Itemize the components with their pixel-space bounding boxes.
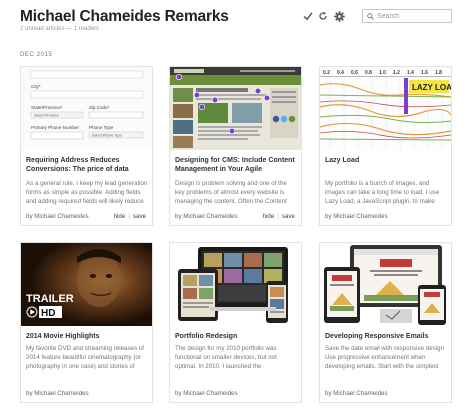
form-label: State/Province* <box>31 105 63 110</box>
axis-tick-label: 0.4 <box>337 70 344 76</box>
search-box[interactable] <box>362 9 452 23</box>
article-author: by Michael Chameides <box>325 390 388 397</box>
page-title: Michael Chameides Remarks <box>20 8 229 25</box>
hd-label: HD <box>41 308 55 319</box>
axis-tick-label: 1.8 <box>435 70 442 76</box>
article-card[interactable]: Portfolio Redesign The design for my 201… <box>169 242 302 403</box>
article-card[interactable]: Developing Responsive Emails Save the da… <box>319 242 452 403</box>
article-author: by Michael Chameides <box>175 390 238 397</box>
axis-tick-label: 0.2 <box>323 70 330 76</box>
article-author: by Michael Chameides <box>175 213 238 220</box>
article-thumbnail <box>170 67 301 150</box>
article-card[interactable]: 0.2 0.4 0.6 0.8 1.0 1.2 1.4 1.6 1.8 LAZY… <box>319 66 452 226</box>
search-input[interactable] <box>377 12 449 20</box>
article-excerpt: As a general rule, I keep my lead genera… <box>26 180 148 205</box>
separator: | <box>128 213 130 220</box>
lazy-load-label: LAZY LOAD <box>412 83 451 92</box>
form-label: Zip Code* <box>89 105 110 110</box>
save-button[interactable]: save <box>282 213 295 220</box>
axis-tick-label: 1.4 <box>407 70 414 76</box>
article-thumbnail <box>170 243 301 326</box>
axis-tick-label: 1.0 <box>379 70 386 76</box>
article-title[interactable]: Requiring Address Reduces Conversions: T… <box>26 156 148 174</box>
article-thumbnail: 0.2 0.4 0.6 0.8 1.0 1.2 1.4 1.6 1.8 LAZY… <box>320 67 451 150</box>
article-card[interactable]: TRAILER HD 2014 Movie Highlights My favo… <box>20 242 153 403</box>
article-excerpt: The design for my 2010 portfolio was fun… <box>175 345 277 370</box>
form-label: Primary Phone Number <box>31 125 79 130</box>
article-card[interactable]: City* State/Province* Zip Code* Select P… <box>20 66 153 226</box>
article-card[interactable]: Designing for CMS: Include Content Manag… <box>169 66 302 226</box>
article-author: by Michael Chameides <box>325 213 388 220</box>
article-thumbnail: City* State/Province* Zip Code* Select P… <box>21 67 152 150</box>
axis-tick-label: 1.6 <box>421 70 428 76</box>
save-button[interactable]: save <box>133 213 146 220</box>
form-label: Phone Type <box>89 125 114 130</box>
section-date: DEC 2015 <box>20 52 53 58</box>
article-thumbnail <box>320 243 451 326</box>
card-actions: hide | save <box>263 213 295 220</box>
trailer-label: TRAILER <box>26 293 74 305</box>
article-excerpt: Save the date email with responsive desi… <box>325 345 445 370</box>
article-title[interactable]: 2014 Movie Highlights <box>26 332 148 341</box>
form-label: City* <box>31 84 41 89</box>
article-excerpt: Design is problem solving and one of the… <box>175 180 287 205</box>
axis-tick-label: 1.2 <box>393 70 400 76</box>
article-thumbnail: TRAILER HD <box>21 243 152 326</box>
article-author: by Michael Chameides <box>26 213 89 220</box>
hide-button[interactable]: hide <box>263 213 275 220</box>
header: Michael Chameides Remarks 2 unread artic… <box>0 0 470 40</box>
article-title[interactable]: Designing for CMS: Include Content Manag… <box>175 156 297 174</box>
article-excerpt: My favorite DVD and streaming releases o… <box>26 345 144 370</box>
form-select-value: Select Province <box>34 114 59 118</box>
hide-button[interactable]: hide <box>114 213 126 220</box>
article-excerpt: My portfolio is a bunch of images, and i… <box>325 180 440 205</box>
card-actions: hide | save <box>114 213 146 220</box>
axis-tick-label: 0.8 <box>365 70 372 76</box>
separator: | <box>277 213 279 220</box>
check-icon[interactable] <box>302 10 314 22</box>
article-title[interactable]: Developing Responsive Emails <box>325 332 447 341</box>
gear-icon[interactable] <box>333 10 345 22</box>
article-author: by Michael Chameides <box>26 390 89 397</box>
article-title[interactable]: Lazy Load <box>325 156 447 174</box>
form-select-value: Select Phone Type <box>92 134 122 138</box>
page-subtitle: 2 unread articles — 1 readers <box>20 26 100 32</box>
axis-tick-label: 0.6 <box>351 70 358 76</box>
article-title[interactable]: Portfolio Redesign <box>175 332 297 341</box>
search-icon <box>367 12 374 20</box>
refresh-icon[interactable] <box>317 10 329 22</box>
